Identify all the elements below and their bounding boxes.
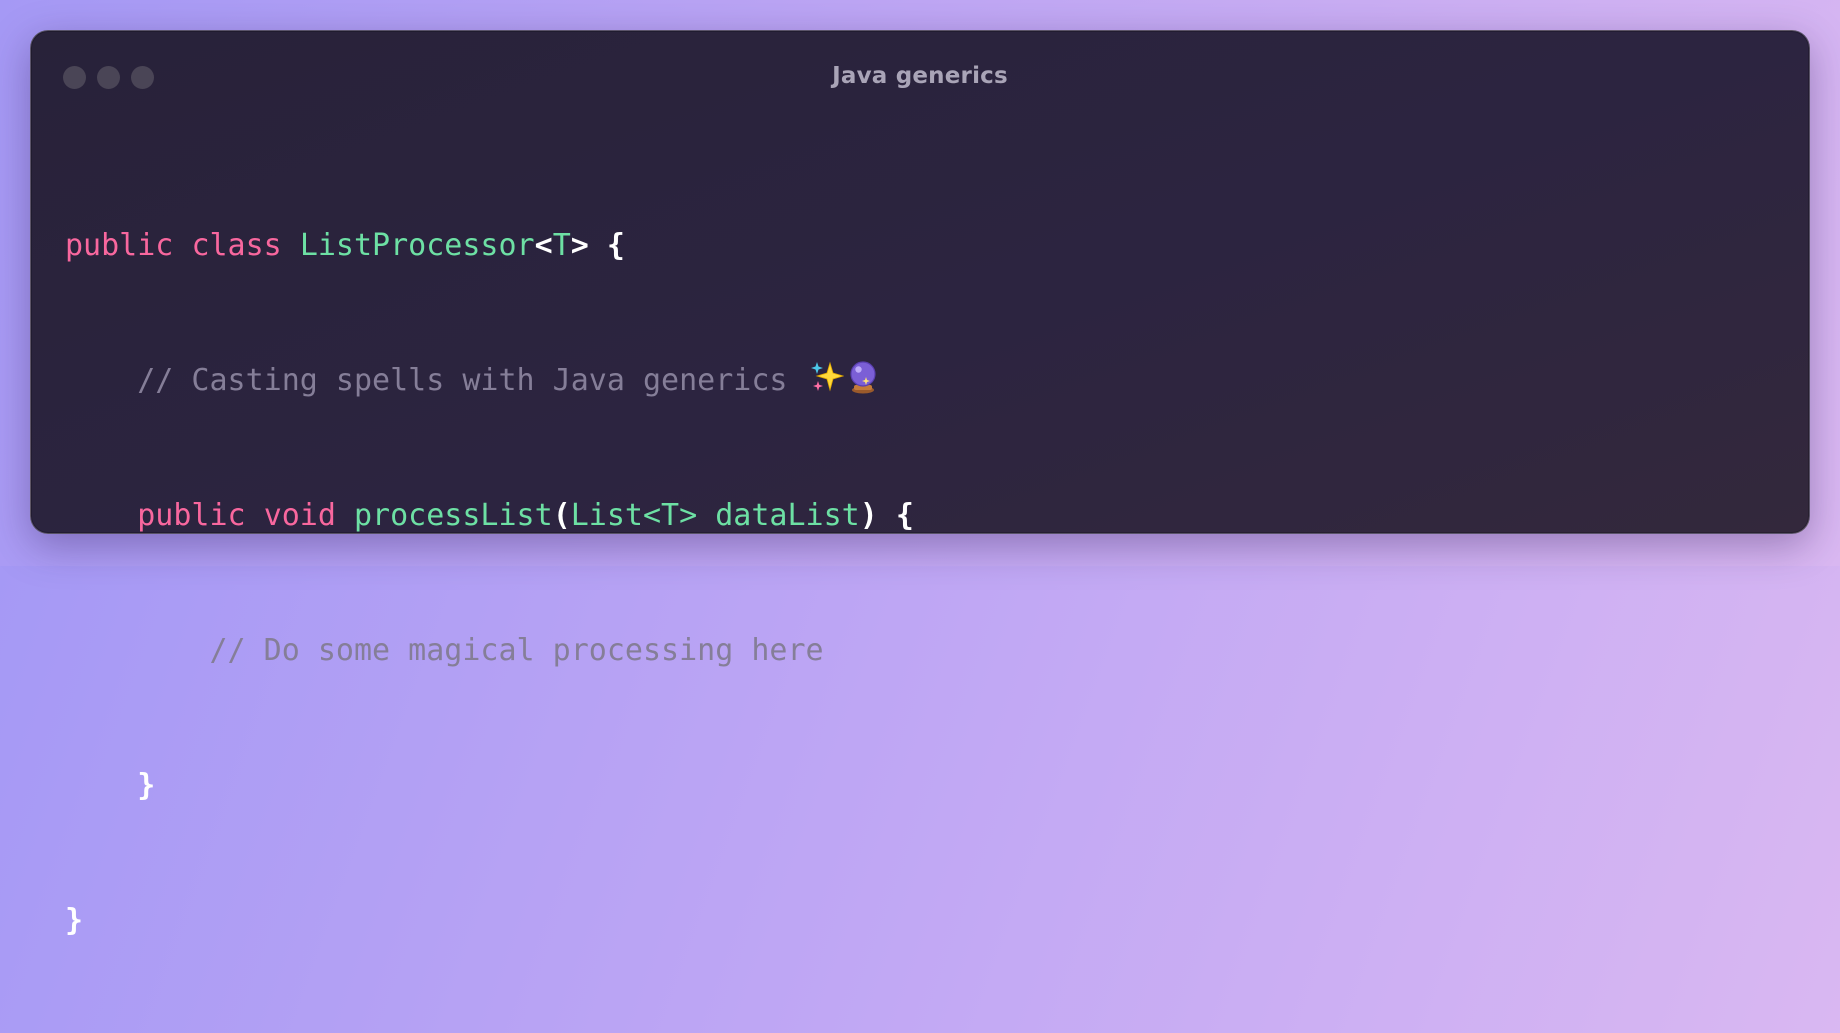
code-block: public class ListProcessor<T> { // Casti… [65,133,914,1033]
punctuation: > [570,228,589,263]
sparkles-icon [810,360,844,394]
brace: { [606,228,625,263]
code-line-3: public void processList(List<T> dataList… [65,493,914,538]
parameter-name: dataList [715,498,860,533]
crystal-ball-icon [846,360,880,394]
code-window: Java generics public class ListProcessor… [30,30,1810,938]
keyword: public [65,228,174,263]
method-name: processList [354,498,553,533]
window-title: Java generics [832,63,1008,89]
code-line-4: // Do some magical processing here [65,628,914,673]
type-parameter: T [552,228,571,263]
keyword: class [191,228,282,263]
window-titlebar: Java generics [31,31,1809,125]
parameter-type: List<T> [570,498,698,533]
brace: } [65,903,84,938]
keyword: public [137,498,246,533]
punctuation: ) [859,498,878,533]
class-name: ListProcessor [299,228,535,263]
comment: // Do some magical processing here [209,633,824,668]
code-line-1: public class ListProcessor<T> { [65,223,914,268]
code-line-2: // Casting spells with Java generics [65,358,914,403]
code-line-5: } [65,763,914,808]
brace: } [137,768,156,803]
code-line-6: } [65,898,914,943]
brace: { [895,498,914,533]
comment: // Casting spells with Java generics [137,363,788,398]
keyword: void [263,498,336,533]
punctuation: < [534,228,553,263]
punctuation: ( [552,498,571,533]
